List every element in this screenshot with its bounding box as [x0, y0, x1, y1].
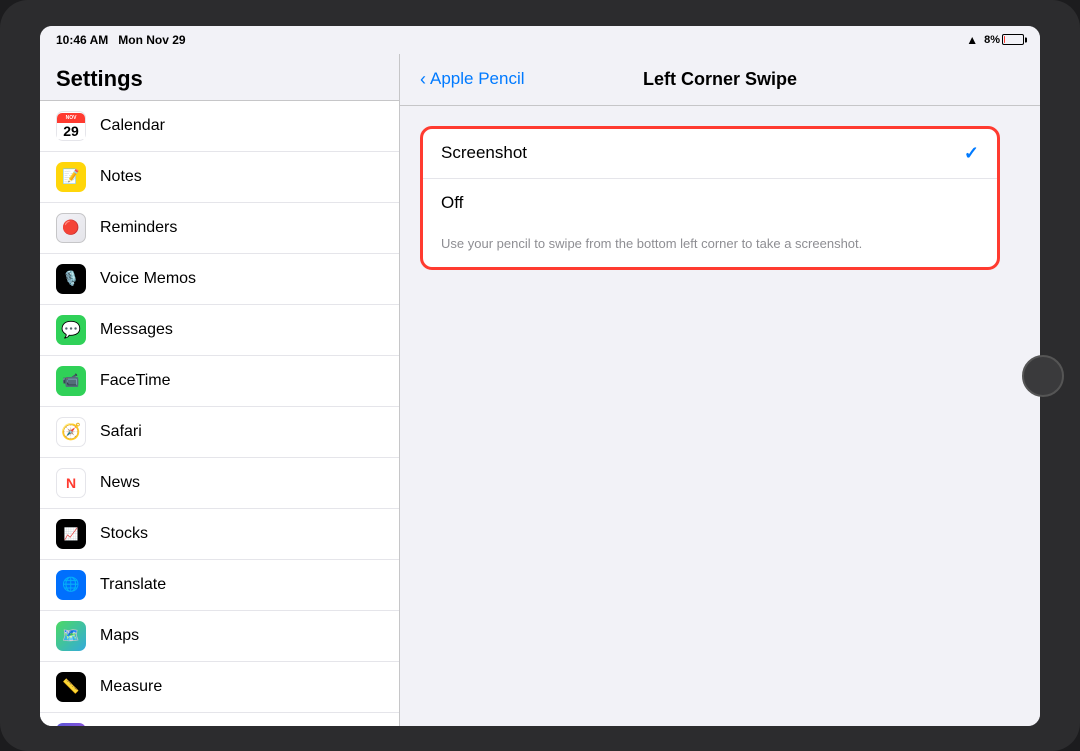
facetime-app-icon: 📹 [56, 366, 86, 396]
sidebar-title: Settings [56, 66, 143, 91]
measure-app-icon: 📏 [56, 672, 86, 702]
sidebar: Settings NOV 29 Calendar [40, 54, 400, 726]
detail-header: ‹ Apple Pencil Left Corner Swipe [400, 54, 1040, 106]
battery-fill [1004, 36, 1005, 43]
sidebar-item-safari[interactable]: 🧭 Safari [40, 407, 399, 458]
sidebar-item-label: Measure [100, 678, 162, 696]
notes-app-icon: 📝 [56, 162, 86, 192]
status-bar-right: ▲ 8% [966, 33, 1024, 47]
sidebar-list: NOV 29 Calendar 📝 Notes 🔴 [40, 101, 399, 726]
shortcuts-app-icon: ⚡ [56, 723, 86, 726]
sidebar-item-label: Maps [100, 627, 139, 645]
sidebar-item-label: Translate [100, 576, 166, 594]
status-bar-time: 10:46 AM Mon Nov 29 [56, 33, 186, 47]
sidebar-item-reminders[interactable]: 🔴 Reminders [40, 203, 399, 254]
option-row-off[interactable]: Off [423, 179, 997, 227]
translate-app-icon: 🌐 [56, 570, 86, 600]
time-display: 10:46 AM [56, 33, 108, 47]
detail-content: Screenshot ✓ Off Use your pencil to swip… [400, 106, 1040, 726]
status-bar: 10:46 AM Mon Nov 29 ▲ 8% [40, 26, 1040, 54]
news-app-icon: N [56, 468, 86, 498]
option-label-screenshot: Screenshot [441, 143, 527, 163]
sidebar-item-voicememos[interactable]: 🎙️ Voice Memos [40, 254, 399, 305]
cal-bottom: 29 [57, 123, 85, 139]
sidebar-item-facetime[interactable]: 📹 FaceTime [40, 356, 399, 407]
calendar-app-icon: NOV 29 [56, 111, 86, 141]
back-label: Apple Pencil [430, 69, 525, 89]
battery-bar [1002, 34, 1024, 45]
sidebar-item-label: FaceTime [100, 372, 171, 390]
safari-app-icon: 🧭 [56, 417, 86, 447]
maps-app-icon: 🗺️ [56, 621, 86, 651]
sidebar-item-maps[interactable]: 🗺️ Maps [40, 611, 399, 662]
sidebar-item-stocks[interactable]: 📈 Stocks [40, 509, 399, 560]
date-display: Mon Nov 29 [118, 33, 185, 47]
back-chevron-icon: ‹ [420, 69, 426, 90]
sidebar-item-label: Voice Memos [100, 270, 196, 288]
sidebar-item-label: Notes [100, 168, 142, 186]
battery-container: 8% [984, 34, 1024, 46]
sidebar-item-label: Stocks [100, 525, 148, 543]
sidebar-item-label: Messages [100, 321, 173, 339]
cal-top: NOV [57, 113, 85, 123]
main-content: Settings NOV 29 Calendar [40, 54, 1040, 726]
detail-pane: ‹ Apple Pencil Left Corner Swipe Screens… [400, 54, 1040, 726]
messages-app-icon: 💬 [56, 315, 86, 345]
sidebar-item-notes[interactable]: 📝 Notes [40, 152, 399, 203]
reminders-app-icon: 🔴 [56, 213, 86, 243]
ipad-frame: 10:46 AM Mon Nov 29 ▲ 8% Settings [0, 0, 1080, 751]
sidebar-item-label: News [100, 474, 140, 492]
home-button[interactable] [1022, 355, 1064, 397]
sidebar-header: Settings [40, 54, 399, 101]
sidebar-item-measure[interactable]: 📏 Measure [40, 662, 399, 713]
sidebar-item-messages[interactable]: 💬 Messages [40, 305, 399, 356]
stocks-app-icon: 📈 [56, 519, 86, 549]
wifi-icon: ▲ [966, 33, 978, 47]
sidebar-item-news[interactable]: N News [40, 458, 399, 509]
calendar-icon-inner: NOV 29 [57, 113, 85, 139]
sidebar-item-label: Reminders [100, 219, 177, 237]
sidebar-item-shortcuts[interactable]: ⚡ Shortcuts [40, 713, 399, 726]
option-label-off: Off [441, 193, 463, 213]
voicememos-app-icon: 🎙️ [56, 264, 86, 294]
detail-title: Left Corner Swipe [643, 69, 797, 90]
ipad-screen: 10:46 AM Mon Nov 29 ▲ 8% Settings [40, 26, 1040, 726]
sidebar-item-calendar[interactable]: NOV 29 Calendar [40, 101, 399, 152]
sidebar-item-label: Calendar [100, 117, 165, 135]
hint-text: Use your pencil to swipe from the bottom… [423, 227, 997, 267]
battery-percent: 8% [984, 34, 1000, 46]
sidebar-item-label: Safari [100, 423, 142, 441]
back-button[interactable]: ‹ Apple Pencil [420, 69, 525, 90]
option-row-screenshot[interactable]: Screenshot ✓ [423, 129, 997, 179]
options-card: Screenshot ✓ Off Use your pencil to swip… [420, 126, 1000, 270]
sidebar-item-translate[interactable]: 🌐 Translate [40, 560, 399, 611]
checkmark-icon: ✓ [964, 143, 979, 164]
